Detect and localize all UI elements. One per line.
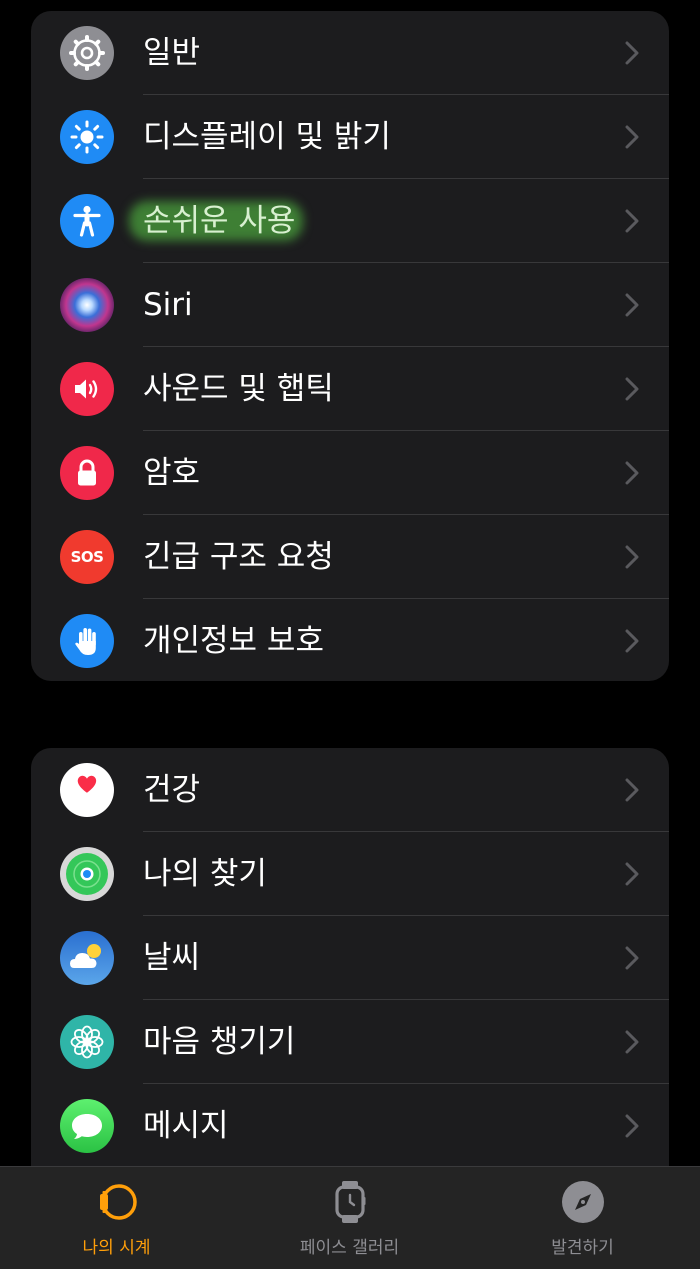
compass-icon <box>561 1181 604 1223</box>
row-health[interactable]: 건강 <box>31 748 669 832</box>
row-weather[interactable]: 날씨 <box>31 916 669 1000</box>
accessibility-icon <box>60 194 114 248</box>
row-label: 개인정보 보호 <box>143 623 324 659</box>
row-label: 메시지 <box>143 1108 229 1144</box>
mindfulness-icon <box>60 1015 114 1069</box>
row-siri[interactable]: Siri <box>31 263 669 347</box>
siri-icon <box>60 278 114 332</box>
row-label: 날씨 <box>143 940 201 976</box>
row-label: 암호 <box>143 455 201 491</box>
chevron-right-icon <box>625 778 639 802</box>
chevron-right-icon <box>625 1030 639 1054</box>
row-messages[interactable]: 메시지 <box>31 1084 669 1168</box>
watch-face-icon <box>334 1181 365 1223</box>
weather-icon <box>60 931 114 985</box>
tab-face-gallery[interactable]: 페이스 갤러리 <box>233 1167 466 1269</box>
message-icon <box>60 1099 114 1153</box>
find-my-icon <box>60 847 114 901</box>
row-display-brightness[interactable]: 디스플레이 및 밝기 <box>31 95 669 179</box>
chevron-right-icon <box>625 125 639 149</box>
row-label: 디스플레이 및 밝기 <box>143 119 391 155</box>
row-accessibility[interactable]: 손쉬운 사용 <box>31 179 669 263</box>
row-label: 손쉬운 사용 <box>143 203 296 239</box>
row-label: 일반 <box>143 35 201 71</box>
settings-group-primary: 일반 디스플레이 및 밝기 손쉬운 사용 Siri 사운드 및 햅틱 암호 SO… <box>31 11 669 681</box>
row-label: 사운드 및 햅틱 <box>143 371 334 407</box>
row-passcode[interactable]: 암호 <box>31 431 669 515</box>
hand-icon <box>60 614 114 668</box>
settings-group-apps: 건강 나의 찾기 날씨 마음 챙기기 메시지 <box>31 748 669 1168</box>
row-label: Siri <box>143 287 193 323</box>
chevron-right-icon <box>625 41 639 65</box>
speaker-icon <box>60 362 114 416</box>
row-privacy[interactable]: 개인정보 보호 <box>31 599 669 681</box>
chevron-right-icon <box>625 946 639 970</box>
sos-icon-text: SOS <box>70 548 104 566</box>
lock-icon <box>60 446 114 500</box>
row-mindfulness[interactable]: 마음 챙기기 <box>31 1000 669 1084</box>
chevron-right-icon <box>625 209 639 233</box>
row-find-my[interactable]: 나의 찾기 <box>31 832 669 916</box>
heart-icon <box>60 763 114 817</box>
row-label: 건강 <box>143 772 201 808</box>
sun-icon <box>60 110 114 164</box>
tab-my-watch[interactable]: 나의 시계 <box>0 1167 233 1269</box>
tab-discover[interactable]: 발견하기 <box>466 1167 699 1269</box>
row-general[interactable]: 일반 <box>31 11 669 95</box>
chevron-right-icon <box>625 545 639 569</box>
gear-icon <box>60 26 114 80</box>
chevron-right-icon <box>625 293 639 317</box>
tab-label: 나의 시계 <box>82 1238 151 1258</box>
chevron-right-icon <box>625 629 639 653</box>
tab-label: 페이스 갤러리 <box>299 1238 400 1258</box>
my-watch-icon <box>99 1184 137 1220</box>
sos-icon: SOS <box>60 530 114 584</box>
tab-bar: 나의 시계 페이스 갤러리 발견하기 <box>0 1166 700 1269</box>
row-label: 마음 챙기기 <box>143 1024 296 1060</box>
row-label: 나의 찾기 <box>143 856 267 892</box>
row-sounds-haptics[interactable]: 사운드 및 햅틱 <box>31 347 669 431</box>
row-emergency-sos[interactable]: SOS 긴급 구조 요청 <box>31 515 669 599</box>
chevron-right-icon <box>625 862 639 886</box>
chevron-right-icon <box>625 1114 639 1138</box>
row-label: 긴급 구조 요청 <box>143 539 334 575</box>
chevron-right-icon <box>625 461 639 485</box>
tab-label: 발견하기 <box>551 1238 614 1258</box>
chevron-right-icon <box>625 377 639 401</box>
